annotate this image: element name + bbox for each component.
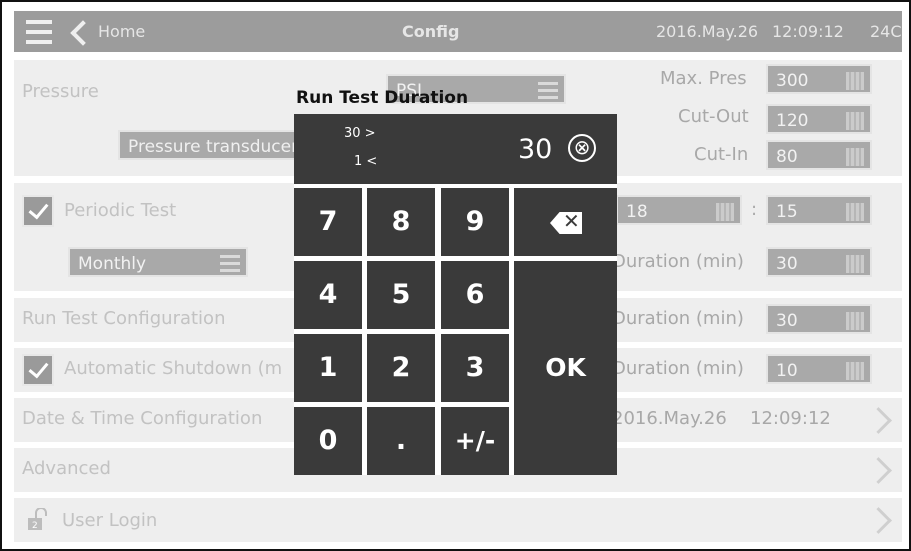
cutout-field[interactable]: 120 [766,104,872,134]
keypad-icon [846,203,864,221]
pressure-label: Pressure [22,81,99,102]
periodic-duration-label: Duration (min) [612,251,744,272]
keypad-title: Run Test Duration [296,88,469,108]
key-7[interactable]: 7 [294,188,362,256]
frequency-value: Monthly [78,254,147,274]
keypad-max: 30 > [344,126,376,141]
list-icon [538,82,558,100]
keypad-icon [846,148,864,166]
keypad-icon [846,255,864,273]
frequency-select[interactable]: Monthly [68,247,248,277]
datetime-date: 2016.May.26 [612,408,727,429]
user-login-section[interactable]: 2 User Login [14,498,902,542]
advanced-label: Advanced [22,458,111,479]
list-icon [220,255,240,273]
clear-icon[interactable]: ⊗ [568,134,596,162]
auto-shutdown-checkbox[interactable] [22,354,54,386]
auto-shutdown-label: Automatic Shutdown (m [64,358,283,379]
time-separator: : [751,199,758,220]
keypad-icon [846,362,864,380]
menu-icon[interactable] [26,20,52,44]
chevron-right-icon [865,507,892,534]
page-title: Config [402,22,460,41]
max-pres-value: 300 [776,71,809,91]
cutout-label: Cut-Out [678,106,749,127]
datetime-time: 12:09:12 [750,408,831,429]
keypad-icon [846,112,864,130]
run-test-duration-field[interactable]: 30 [766,304,872,334]
chevron-right-icon [865,457,892,484]
keypad-icon [846,72,864,90]
backspace-icon: ✕ [550,212,582,234]
key-8[interactable]: 8 [367,188,435,256]
temperature-text: 24C [870,22,902,41]
keypad-icon [716,203,734,221]
back-label[interactable]: Home [98,22,145,41]
time-text: 12:09:12 [772,22,844,41]
key-4[interactable]: 4 [294,261,362,329]
auto-shutdown-duration-label: Duration (min) [612,358,744,379]
run-test-duration-value: 30 [776,311,798,331]
key-1[interactable]: 1 [294,334,362,402]
cutin-label: Cut-In [694,144,749,165]
periodic-test-label: Periodic Test [64,200,177,221]
minute-value: 15 [776,202,798,222]
ok-button[interactable]: OK [514,261,617,475]
run-test-label: Run Test Configuration [22,308,226,329]
key-6[interactable]: 6 [441,261,509,329]
lock-icon: 2 [28,508,47,530]
auto-shutdown-duration-value: 10 [776,361,798,381]
key-3[interactable]: 3 [441,334,509,402]
key-plus-minus[interactable]: +/- [441,407,509,475]
keypad-value: 30 [518,134,553,165]
hour-field[interactable]: 18 [616,195,742,225]
periodic-test-checkbox[interactable] [22,195,54,227]
run-test-duration-label: Duration (min) [612,308,744,329]
auto-shutdown-duration-field[interactable]: 10 [766,354,872,384]
cutin-value: 80 [776,147,798,167]
key-0[interactable]: 0 [294,407,362,475]
hour-value: 18 [626,202,648,222]
max-pres-field[interactable]: 300 [766,64,872,94]
lock-level: 2 [32,521,38,530]
back-chevron-icon[interactable] [70,20,96,46]
minute-field[interactable]: 15 [766,195,872,225]
backspace-button[interactable]: ✕ [514,188,617,256]
key-9[interactable]: 9 [441,188,509,256]
periodic-duration-value: 30 [776,254,798,274]
datetime-label: Date & Time Configuration [22,408,263,429]
key-decimal[interactable]: . [367,407,435,475]
date-text: 2016.May.26 [656,22,759,41]
key-5[interactable]: 5 [367,261,435,329]
cutout-value: 120 [776,111,809,131]
sensor-value: Pressure transducer [128,137,299,157]
top-bar: Home Config 2016.May.26 12:09:12 24C [14,11,902,52]
chevron-right-icon [865,407,892,434]
max-pres-label: Max. Pres [660,68,747,89]
periodic-duration-field[interactable]: 30 [766,247,872,277]
app-frame: Home Config 2016.May.26 12:09:12 24C Pre… [0,0,911,551]
cutin-field[interactable]: 80 [766,140,872,170]
user-login-label: User Login [62,510,158,531]
keypad-min: 1 < [354,154,378,169]
keypad-icon [846,312,864,330]
numeric-keypad: 30 > 1 < 30 ⊗ 7 8 9 ✕ 4 5 6 1 2 3 OK 0 .… [294,114,617,475]
keypad-display: 30 > 1 < 30 ⊗ [294,114,617,184]
key-2[interactable]: 2 [367,334,435,402]
